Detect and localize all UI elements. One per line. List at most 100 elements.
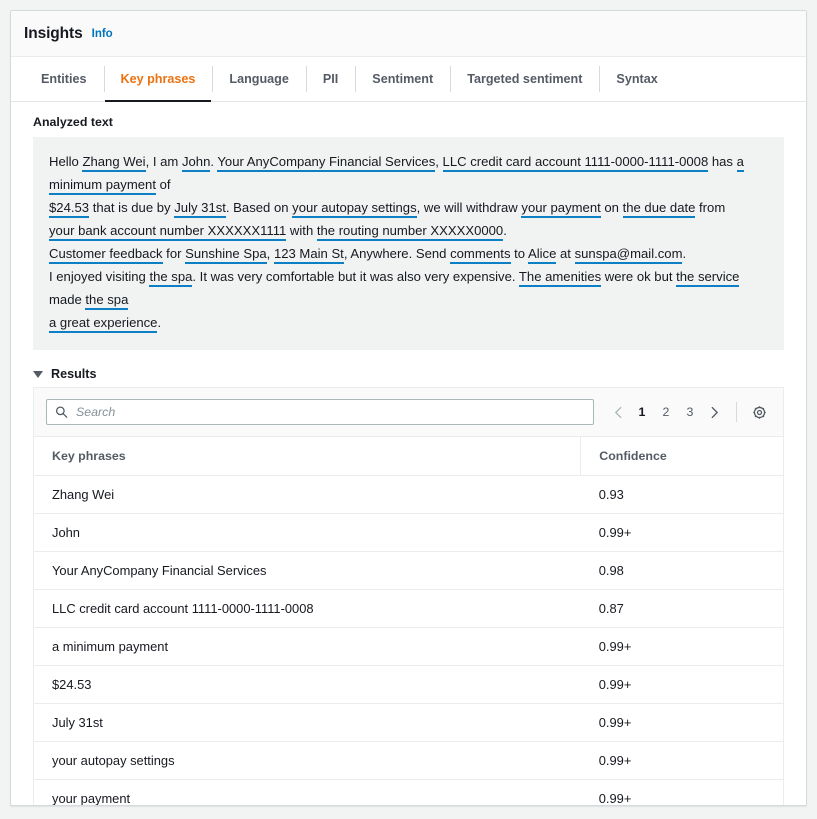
table-row[interactable]: $24.530.99+ (34, 666, 783, 704)
tab-sentiment[interactable]: Sentiment (355, 57, 450, 101)
column-header-key-phrases-label: Key phrases (52, 449, 126, 463)
chevron-left-icon[interactable] (606, 400, 630, 424)
cell-key-phrase: your payment (34, 780, 581, 807)
plain-text: , we will withdraw (417, 200, 522, 215)
plain-text: with (286, 223, 317, 238)
highlighted-phrase[interactable]: Your AnyCompany Financial Services (217, 154, 435, 172)
cell-confidence: 0.99+ (581, 628, 783, 666)
highlighted-phrase[interactable]: The amenities (519, 269, 601, 287)
cell-key-phrase: your autopay settings (34, 742, 581, 780)
search-input[interactable] (46, 399, 594, 425)
table-row[interactable]: July 31st0.99+ (34, 704, 783, 742)
table-row[interactable]: Your AnyCompany Financial Services0.98 (34, 552, 783, 590)
plain-text: , (435, 154, 442, 169)
plain-text: of (156, 177, 171, 192)
cell-key-phrase: Your AnyCompany Financial Services (34, 552, 581, 590)
analyzed-text-line: your bank account number XXXXXX1111 with… (49, 219, 768, 242)
highlighted-phrase[interactable]: your autopay settings (292, 200, 416, 218)
cell-confidence: 0.99+ (581, 704, 783, 742)
results-table: Key phrases Confidence Zhang Wei0.93Jo (34, 437, 783, 806)
highlighted-phrase[interactable]: the spa (149, 269, 192, 287)
caret-down-icon (33, 371, 43, 378)
page-button-2[interactable]: 2 (654, 400, 678, 424)
table-row[interactable]: LLC credit card account 1111-0000-1111-0… (34, 590, 783, 628)
plain-text: . (682, 246, 686, 261)
pagination: 123 (606, 400, 726, 424)
highlighted-phrase[interactable]: John (182, 154, 210, 172)
plain-text: . Based on (226, 200, 292, 215)
highlighted-phrase[interactable]: your bank account number XXXXXX1111 (49, 223, 286, 241)
cell-confidence: 0.93 (581, 476, 783, 514)
tab-entities[interactable]: Entities (24, 57, 104, 101)
cell-key-phrase: $24.53 (34, 666, 581, 704)
tab-bar: EntitiesKey phrasesLanguagePIISentimentT… (11, 57, 806, 102)
highlighted-phrase[interactable]: a great experience (49, 315, 157, 333)
plain-text: Hello (49, 154, 82, 169)
highlighted-phrase[interactable]: the service (676, 269, 739, 287)
plain-text: has (708, 154, 736, 169)
panel-header: Insights Info (11, 11, 806, 57)
cell-key-phrase: John (34, 514, 581, 552)
column-header-key-phrases: Key phrases (34, 437, 581, 476)
plain-text: from (695, 200, 725, 215)
highlighted-phrase[interactable]: the routing number XXXXX0000 (317, 223, 503, 241)
chevron-right-icon[interactable] (702, 400, 726, 424)
cell-confidence: 0.98 (581, 552, 783, 590)
analyzed-text-line: $24.53 that is due by July 31st. Based o… (49, 196, 768, 219)
page-button-1[interactable]: 1 (630, 400, 654, 424)
tab-syntax[interactable]: Syntax (599, 57, 674, 101)
analyzed-text-box: Hello Zhang Wei, I am John. Your AnyComp… (33, 137, 784, 350)
page-title: Insights (24, 25, 83, 43)
highlighted-phrase[interactable]: Customer feedback (49, 246, 163, 264)
highlighted-phrase[interactable]: the due date (623, 200, 696, 218)
highlighted-phrase[interactable]: Sunshine Spa (185, 246, 267, 264)
plain-text: at (556, 246, 574, 261)
results-table-card: 123 Key phrases (33, 387, 784, 806)
sort-descending-icon[interactable] (759, 453, 769, 460)
highlighted-phrase[interactable]: Zhang Wei (82, 154, 145, 172)
table-row[interactable]: your autopay settings0.99+ (34, 742, 783, 780)
cell-confidence: 0.99+ (581, 666, 783, 704)
plain-text: . (157, 315, 161, 330)
highlighted-phrase[interactable]: Alice (528, 246, 556, 264)
insights-panel: Insights Info EntitiesKey phrasesLanguag… (10, 10, 807, 806)
cell-key-phrase: LLC credit card account 1111-0000-1111-0… (34, 590, 581, 628)
tab-targeted-sentiment[interactable]: Targeted sentiment (450, 57, 599, 101)
plain-text: were ok but (601, 269, 676, 284)
results-section-toggle[interactable]: Results (33, 367, 793, 381)
plain-text: that is due by (89, 200, 174, 215)
analyzed-text-line: Customer feedback for Sunshine Spa, 123 … (49, 242, 768, 265)
highlighted-phrase[interactable]: 123 Main St (274, 246, 344, 264)
results-toolbar: 123 (34, 388, 783, 437)
results-title: Results (51, 367, 97, 381)
tab-pii[interactable]: PII (306, 57, 355, 101)
table-header-row: Key phrases Confidence (34, 437, 783, 476)
table-row[interactable]: Zhang Wei0.93 (34, 476, 783, 514)
tab-language[interactable]: Language (212, 57, 305, 101)
column-header-confidence-label: Confidence (599, 449, 666, 463)
highlighted-phrase[interactable]: sunspa@mail.com (575, 246, 683, 264)
highlighted-phrase[interactable]: $24.53 (49, 200, 89, 218)
plain-text: . It was very comfortable but it was als… (192, 269, 519, 284)
highlighted-phrase[interactable]: your payment (521, 200, 600, 218)
tab-key-phrases[interactable]: Key phrases (104, 57, 213, 101)
highlighted-phrase[interactable]: July 31st (174, 200, 226, 218)
table-row[interactable]: a minimum payment0.99+ (34, 628, 783, 666)
plain-text: I enjoyed visiting (49, 269, 149, 284)
table-row[interactable]: your payment0.99+ (34, 780, 783, 807)
cell-confidence: 0.99+ (581, 780, 783, 807)
highlighted-phrase[interactable]: LLC credit card account 1111-0000-1111-0… (443, 154, 709, 172)
page-button-3[interactable]: 3 (678, 400, 702, 424)
search-icon (55, 406, 68, 419)
plain-text: for (163, 246, 186, 261)
panel-body: Analyzed text Hello Zhang Wei, I am John… (11, 102, 806, 806)
analyzed-text-line: Hello Zhang Wei, I am John. Your AnyComp… (49, 150, 768, 196)
table-row[interactable]: John0.99+ (34, 514, 783, 552)
tab-list: EntitiesKey phrasesLanguagePIISentimentT… (24, 57, 793, 101)
sort-descending-icon[interactable] (556, 453, 566, 460)
highlighted-phrase[interactable]: the spa (85, 292, 128, 310)
highlighted-phrase[interactable]: comments (450, 246, 510, 264)
gear-icon[interactable] (747, 400, 771, 424)
info-link[interactable]: Info (92, 28, 113, 40)
plain-text: on (601, 200, 623, 215)
